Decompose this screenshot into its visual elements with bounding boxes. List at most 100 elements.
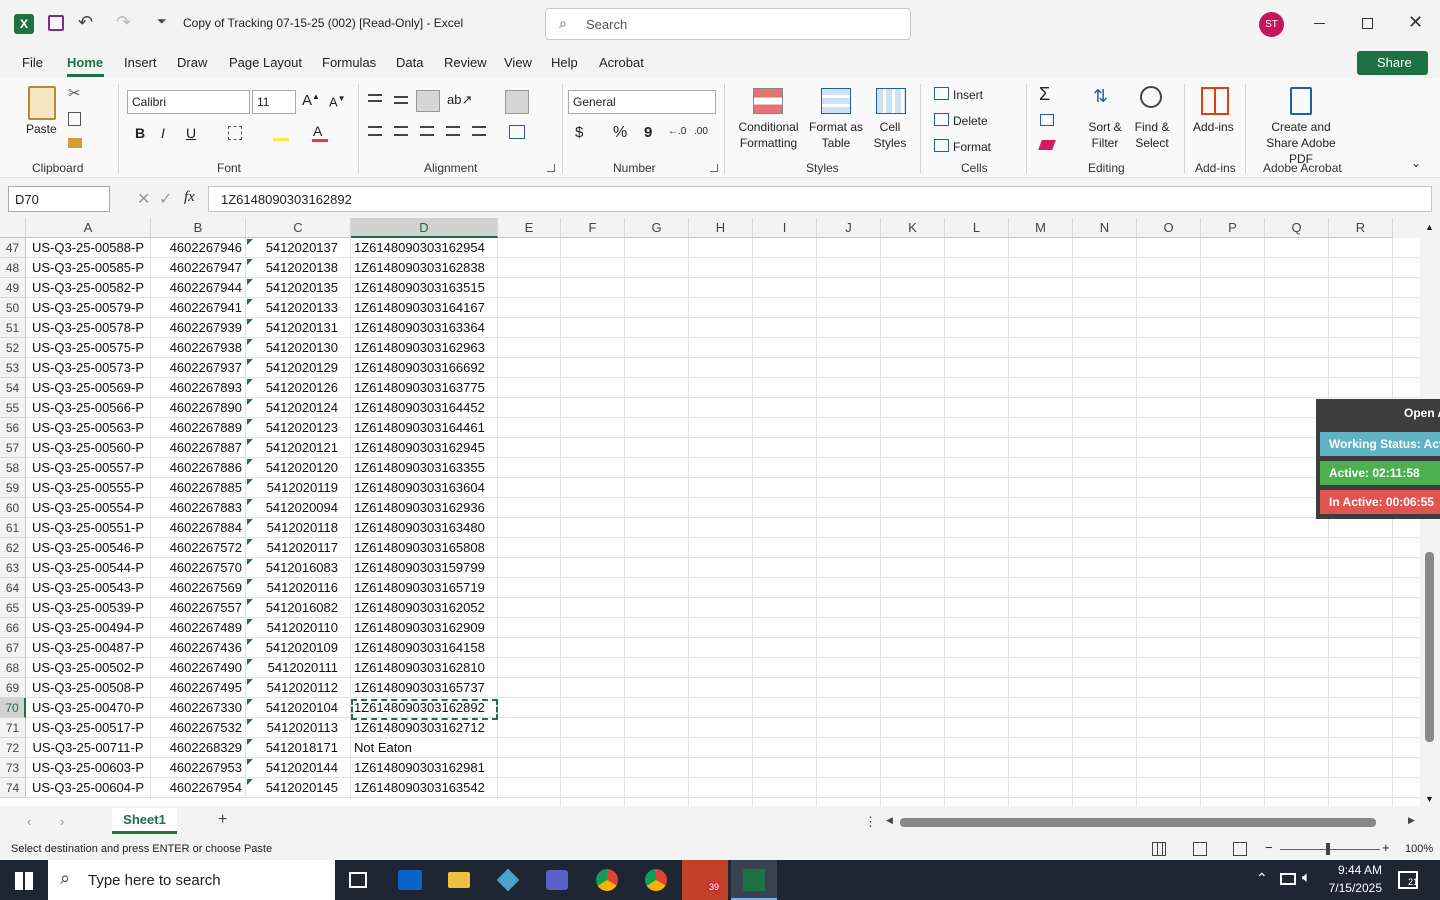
column-header-o[interactable]: O [1137, 218, 1201, 238]
cell-c69[interactable]: 5412020112 [246, 678, 351, 698]
cut-icon[interactable]: ✂ [68, 84, 81, 102]
tab-insert[interactable]: Insert [124, 55, 157, 70]
cell-d47[interactable]: 1Z6148090303162954 [351, 238, 498, 258]
row-header[interactable]: 58 [0, 458, 26, 478]
cell-a73[interactable]: US-Q3-25-00603-P [26, 758, 151, 778]
format-as-table-icon[interactable] [821, 88, 851, 114]
align-left-icon[interactable] [368, 126, 382, 136]
cell-a54[interactable]: US-Q3-25-00569-P [26, 378, 151, 398]
row-header[interactable]: 48 [0, 258, 26, 278]
sort-filter-icon[interactable]: ⇅ [1093, 86, 1108, 107]
cell-b48[interactable]: 4602267947 [151, 258, 246, 278]
cell-a50[interactable]: US-Q3-25-00579-P [26, 298, 151, 318]
copy-icon[interactable] [68, 112, 81, 126]
row-header[interactable]: 65 [0, 598, 26, 618]
cell-a56[interactable]: US-Q3-25-00563-P [26, 418, 151, 438]
column-header-c[interactable]: C [246, 218, 351, 238]
cell-a62[interactable]: US-Q3-25-00546-P [26, 538, 151, 558]
cell-b71[interactable]: 4602267532 [151, 718, 246, 738]
column-header-m[interactable]: M [1009, 218, 1073, 238]
cell-d50[interactable]: 1Z6148090303164167 [351, 298, 498, 318]
row-header[interactable]: 67 [0, 638, 26, 658]
decrease-decimal-icon[interactable]: .00 [694, 126, 708, 137]
cell-d59[interactable]: 1Z6148090303163604 [351, 478, 498, 498]
number-format-select[interactable]: General [568, 90, 716, 114]
clock-date[interactable]: 7/15/2025 [1328, 881, 1382, 895]
teams-icon[interactable] [546, 870, 568, 890]
cell-b68[interactable]: 4602267490 [151, 658, 246, 678]
cell-a53[interactable]: US-Q3-25-00573-P [26, 358, 151, 378]
cell-d72[interactable]: Not Eaton [351, 738, 498, 758]
cell-b61[interactable]: 4602267884 [151, 518, 246, 538]
cell-c47[interactable]: 5412020137 [246, 238, 351, 258]
cell-b72[interactable]: 4602268329 [151, 738, 246, 758]
cell-a48[interactable]: US-Q3-25-00585-P [26, 258, 151, 278]
cell-c60[interactable]: 5412020094 [246, 498, 351, 518]
cell-b65[interactable]: 4602267557 [151, 598, 246, 618]
tab-home[interactable]: Home [67, 55, 103, 70]
underline-button[interactable]: U [186, 125, 196, 141]
tab-page-layout[interactable]: Page Layout [229, 55, 302, 70]
paste-button[interactable]: Paste [26, 121, 57, 137]
alignment-launcher-icon[interactable] [547, 164, 555, 172]
cell-b52[interactable]: 4602267938 [151, 338, 246, 358]
align-right-icon[interactable] [420, 126, 434, 136]
row-header[interactable]: 49 [0, 278, 26, 298]
create-adobe-pdf-button[interactable]: Create and Share Adobe PDF [1254, 119, 1348, 167]
cell-a57[interactable]: US-Q3-25-00560-P [26, 438, 151, 458]
row-header[interactable]: 71 [0, 718, 26, 738]
cell-c49[interactable]: 5412020135 [246, 278, 351, 298]
cell-c67[interactable]: 5412020109 [246, 638, 351, 658]
column-header-r[interactable]: R [1329, 218, 1393, 238]
windows-start-icon[interactable] [15, 872, 33, 890]
find-select-button[interactable]: Find & Select [1129, 119, 1175, 151]
comma-button[interactable]: 9 [644, 124, 652, 141]
top-align-icon[interactable] [368, 94, 382, 102]
cell-d56[interactable]: 1Z6148090303164461 [351, 418, 498, 438]
minimize-icon[interactable] [1314, 23, 1325, 24]
font-name-select[interactable]: Calibri [127, 90, 250, 114]
cell-c59[interactable]: 5412020119 [246, 478, 351, 498]
share-button[interactable]: Share [1357, 51, 1428, 75]
scroll-right-icon[interactable]: ▶ [1408, 815, 1415, 826]
cell-a64[interactable]: US-Q3-25-00543-P [26, 578, 151, 598]
cell-d69[interactable]: 1Z6148090303165737 [351, 678, 498, 698]
fill-icon[interactable] [1040, 114, 1054, 126]
decrease-indent-icon[interactable] [446, 126, 460, 136]
prev-sheet-icon[interactable]: ‹ [27, 814, 31, 829]
scroll-up-icon[interactable]: ▲ [1425, 222, 1434, 232]
cell-b56[interactable]: 4602267889 [151, 418, 246, 438]
row-header[interactable]: 73 [0, 758, 26, 778]
cell-d53[interactable]: 1Z6148090303166692 [351, 358, 498, 378]
cell-c68[interactable]: 5412020111 [246, 658, 351, 678]
add-ins-button[interactable]: Add-ins [1193, 119, 1234, 135]
page-break-view-icon[interactable] [1233, 842, 1247, 856]
row-header[interactable]: 51 [0, 318, 26, 338]
cell-a59[interactable]: US-Q3-25-00555-P [26, 478, 151, 498]
cell-a51[interactable]: US-Q3-25-00578-P [26, 318, 151, 338]
cell-c48[interactable]: 5412020138 [246, 258, 351, 278]
scroll-left-icon[interactable]: ◀ [886, 815, 893, 826]
shrink-font-icon[interactable]: A▼ [329, 94, 346, 109]
normal-view-icon[interactable] [1152, 842, 1166, 856]
row-header[interactable]: 61 [0, 518, 26, 538]
tab-data[interactable]: Data [396, 55, 423, 70]
cell-a61[interactable]: US-Q3-25-00551-P [26, 518, 151, 538]
cell-c65[interactable]: 5412016082 [246, 598, 351, 618]
cell-c61[interactable]: 5412020118 [246, 518, 351, 538]
cell-d60[interactable]: 1Z6148090303162936 [351, 498, 498, 518]
tab-review[interactable]: Review [444, 55, 487, 70]
chrome-profile-icon[interactable] [645, 869, 667, 891]
cell-b47[interactable]: 4602267946 [151, 238, 246, 258]
cell-c53[interactable]: 5412020129 [246, 358, 351, 378]
cell-d51[interactable]: 1Z6148090303163364 [351, 318, 498, 338]
row-header[interactable]: 52 [0, 338, 26, 358]
cell-d58[interactable]: 1Z6148090303163355 [351, 458, 498, 478]
redo-icon[interactable]: ↷ [116, 12, 131, 33]
italic-button[interactable]: I [161, 125, 165, 141]
row-header[interactable]: 47 [0, 238, 26, 258]
app-diamond-icon[interactable] [496, 868, 520, 892]
excel-taskbar-icon[interactable] [731, 860, 777, 900]
widget-open-button[interactable]: Open A [1404, 406, 1440, 420]
tab-acrobat[interactable]: Acrobat [599, 55, 644, 70]
